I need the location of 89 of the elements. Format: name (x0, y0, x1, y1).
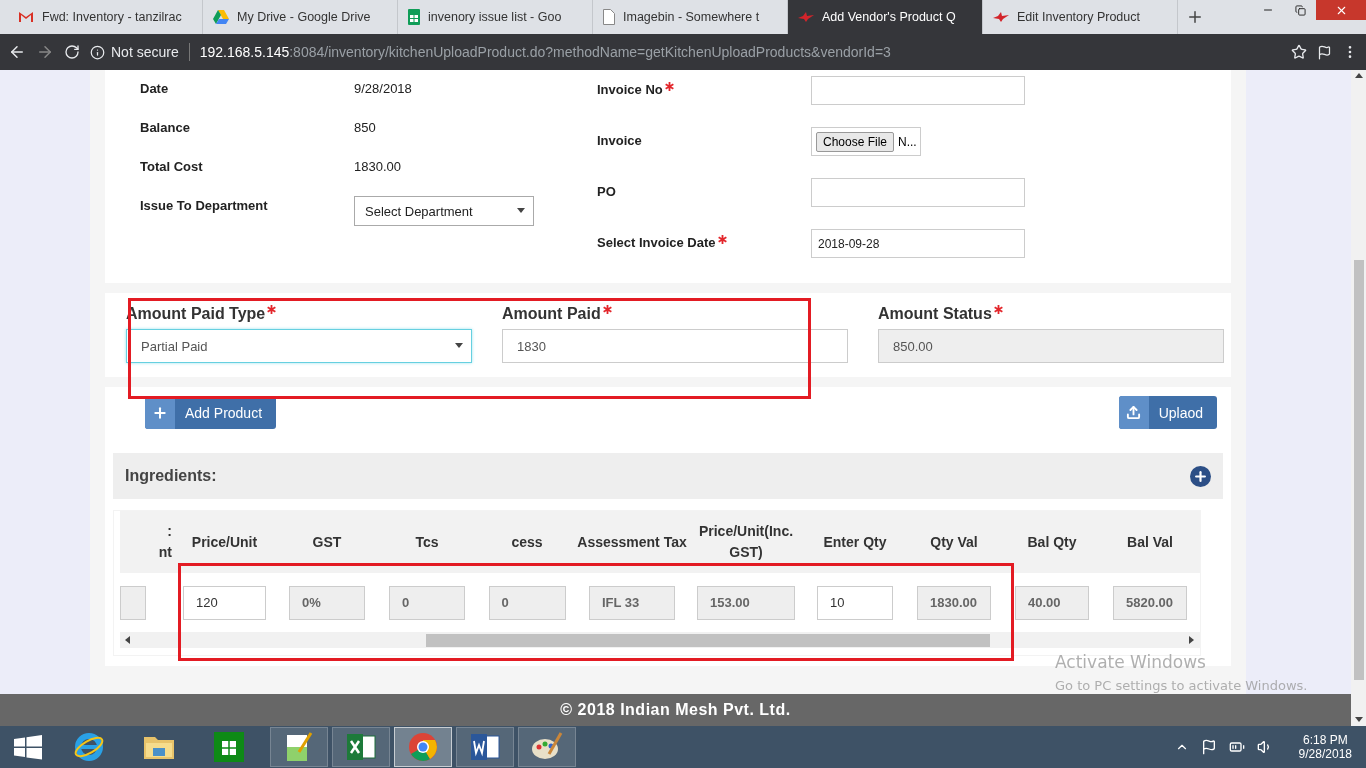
table-input[interactable]: 0 (389, 585, 465, 620)
file-name: N... (898, 134, 917, 149)
notepad-icon[interactable] (285, 732, 313, 762)
bird-icon (798, 12, 814, 22)
field-label: Select Invoice Date (597, 229, 811, 250)
field-label: Invoice No (597, 76, 811, 97)
input-field[interactable] (811, 76, 1025, 105)
input-field[interactable]: 850.00 (878, 329, 1224, 363)
scroll-up-icon[interactable] (1354, 72, 1363, 80)
table-input[interactable]: 1830.00 (917, 585, 991, 620)
store-icon[interactable] (214, 732, 244, 762)
table-input[interactable]: 153.00 (697, 585, 795, 620)
choose-file-button[interactable]: Choose File (816, 131, 895, 152)
column-header: Bal Qty (1026, 532, 1078, 552)
scroll-right-icon[interactable] (1188, 636, 1196, 644)
footer-text: © 2018 Indian Mesh Pvt. Ltd. (0, 694, 1351, 726)
mail-icon (18, 11, 34, 23)
field-label: PO (597, 183, 617, 199)
column-header: cess (510, 532, 544, 552)
upload-button[interactable]: Uplaod (1118, 396, 1217, 429)
forward-icon[interactable] (36, 43, 54, 61)
section-title: Ingredients: (125, 467, 217, 485)
department-select[interactable]: Select Department (354, 196, 534, 226)
document-icon (603, 9, 615, 25)
reload-icon[interactable] (64, 44, 80, 60)
field-value: 9/28/2018 (354, 80, 412, 96)
vertical-scrollbar[interactable] (1351, 70, 1366, 726)
field-value: 850 (354, 119, 376, 135)
file-field[interactable]: Choose File N... (811, 127, 921, 156)
column-header: Price/Unit(Inc. GST) (697, 522, 795, 562)
column-header: Tcs (414, 532, 440, 552)
palette-icon[interactable] (531, 732, 563, 762)
add-icon[interactable] (1190, 465, 1211, 487)
horizontal-scrollbar[interactable] (120, 632, 1200, 648)
column-header: Assessment Tax (577, 532, 687, 552)
flag-icon[interactable] (1200, 739, 1217, 755)
select-field[interactable]: Partial Paid (126, 329, 472, 363)
taskbar-app[interactable] (456, 727, 514, 767)
field-label: Amount Paid (502, 305, 848, 323)
bookmark-star-icon[interactable] (1291, 44, 1307, 60)
field-label: Invoice (597, 132, 643, 148)
table-input[interactable]: 0% (289, 585, 365, 620)
table-input[interactable]: 120 (183, 585, 266, 620)
table-input[interactable]: 10 (817, 585, 893, 620)
field-label: Amount Status (878, 305, 1224, 323)
column-header: Price/Unit (190, 532, 259, 552)
chrome-icon[interactable] (408, 732, 438, 762)
input-field[interactable]: 2018-09-28 (811, 229, 1025, 258)
table-input[interactable]: IFL 33 (589, 585, 675, 620)
clock[interactable]: 6:18 PM 9/28/2018 (1298, 733, 1352, 761)
table-input[interactable]: 40.00 (1015, 585, 1089, 620)
battery-icon[interactable] (1228, 739, 1245, 755)
browser-icon[interactable] (73, 731, 105, 763)
document-icon[interactable] (470, 733, 500, 761)
input-field[interactable]: 1830 (502, 329, 848, 363)
caret-icon[interactable] (455, 342, 463, 350)
field-label: Balance (140, 119, 191, 135)
taskbar-app[interactable] (332, 727, 390, 767)
taskbar-app[interactable] (270, 727, 328, 767)
scroll-left-icon[interactable] (124, 636, 132, 644)
spreadsheet-icon (408, 9, 420, 25)
caret-icon[interactable] (517, 207, 525, 215)
browser-tab[interactable]: Add Vendor's Product Q (788, 0, 983, 34)
field-label: Total Cost (140, 158, 204, 174)
activation-title: Activate Windows (1055, 652, 1207, 672)
taskbar-app[interactable] (518, 727, 576, 767)
activation-message: Go to PC settings to activate Windows. (1055, 678, 1308, 693)
upload-icon (1126, 405, 1142, 420)
field-label: Date (140, 80, 170, 96)
table-input[interactable] (120, 585, 146, 620)
column-header: Enter Qty (822, 532, 888, 552)
info-icon[interactable] (90, 44, 105, 60)
field-label: Issue To Department (140, 197, 269, 213)
column-header: Qty Val (929, 532, 979, 552)
security-label: Not secure (111, 44, 179, 60)
column-header: Bal Val (1126, 532, 1174, 552)
triangle-icon (213, 10, 229, 24)
scroll-down-icon[interactable] (1354, 716, 1363, 724)
bird-icon (993, 12, 1009, 22)
back-icon[interactable] (8, 43, 26, 61)
column-header: : nt (157, 522, 172, 562)
field-value: 1830.00 (354, 158, 401, 174)
table-input[interactable]: 5820.00 (1113, 585, 1187, 620)
column-header: GST (311, 532, 343, 552)
plus-icon (152, 404, 168, 421)
input-field[interactable] (811, 178, 1025, 207)
spreadsheet-icon[interactable] (346, 733, 376, 761)
table-input[interactable]: 0 (488, 585, 566, 620)
url-text[interactable]: 192.168.5.145:8084/inventory/kitchenUploadProduct.do?methodName=getKitchenUploadProducts&vendorId=3 (199, 44, 891, 60)
